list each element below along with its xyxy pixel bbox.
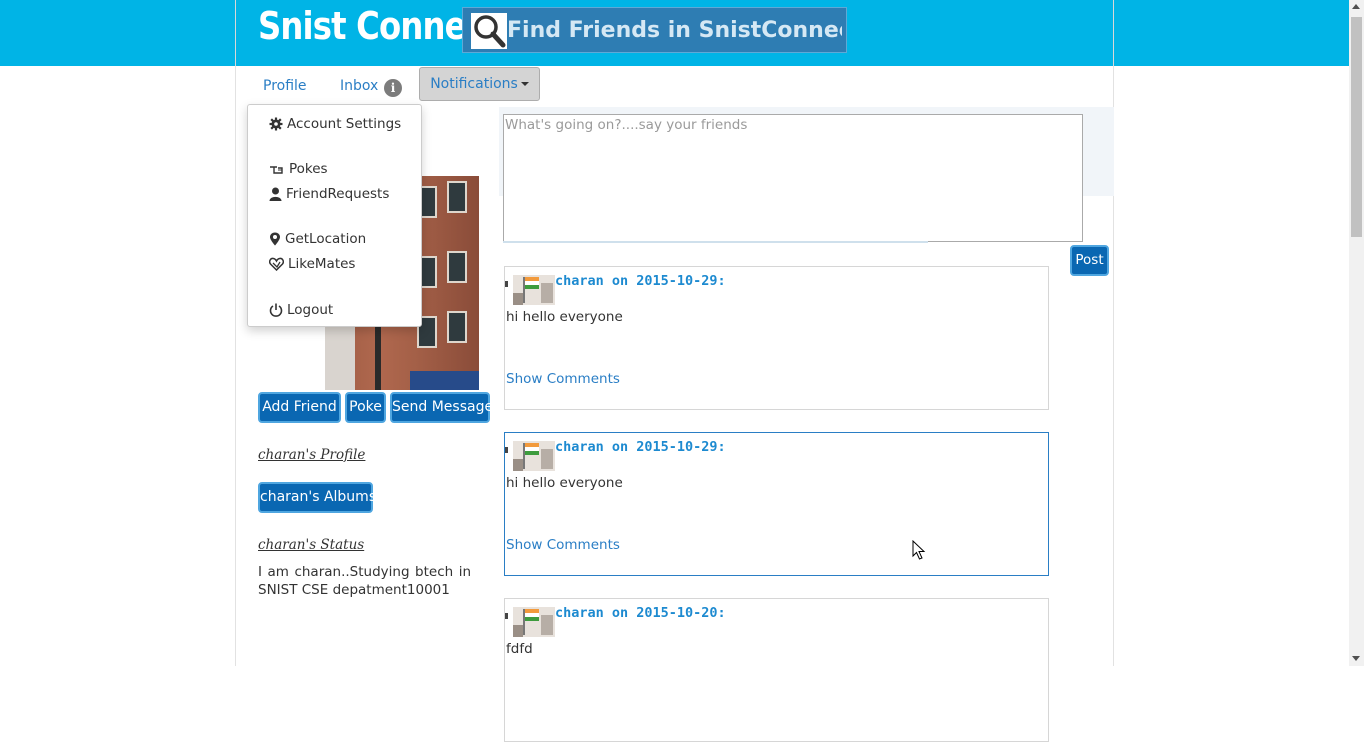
menu-item-get-location[interactable]: GetLocation: [269, 229, 366, 249]
show-comments-link[interactable]: Show Comments: [506, 537, 620, 553]
menu-item-pokes[interactable]: Pokes: [269, 159, 328, 179]
search-icon[interactable]: [471, 13, 507, 49]
menu-item-label: Account Settings: [287, 116, 402, 132]
scroll-down-arrow-icon[interactable]: [1352, 656, 1360, 661]
menu-item-friend-requests[interactable]: FriendRequests: [269, 184, 389, 204]
status-text: I am charan..Studying btech in SNIST CSE…: [258, 564, 471, 598]
post-author-date[interactable]: charan on 2015-10-20:: [555, 605, 726, 621]
show-comments-link[interactable]: Show Comments: [506, 371, 620, 387]
notifications-dropdown-button[interactable]: Notifications: [419, 67, 540, 101]
post-body: hi hello everyone: [506, 475, 623, 491]
scroll-up-arrow-icon[interactable]: [1352, 4, 1360, 9]
map-marker-icon: [270, 232, 280, 246]
inbox-info-icon[interactable]: i: [384, 79, 402, 97]
hand-pointing-icon: [270, 166, 283, 174]
post-body: fdfd: [506, 641, 533, 657]
menu-item-label: GetLocation: [285, 231, 367, 247]
gear-icon: [269, 117, 283, 131]
photo-awning: [410, 371, 479, 390]
notifications-dropdown-menu: Account Settings Pokes FriendRequests Ge…: [247, 104, 422, 327]
author-avatar[interactable]: [505, 271, 557, 305]
menu-item-label: Pokes: [289, 161, 328, 177]
poke-button[interactable]: Poke: [345, 392, 386, 423]
author-avatar[interactable]: [505, 437, 557, 471]
user-icon: [269, 187, 282, 201]
send-message-button[interactable]: Send Message: [390, 392, 493, 423]
status-composer-textarea[interactable]: [503, 114, 1083, 242]
post-card: charan on 2015-10-29: hi hello everyone …: [504, 432, 1049, 576]
status-link[interactable]: charan's Status: [258, 537, 364, 553]
menu-item-likemates[interactable]: LikeMates: [269, 254, 355, 274]
nav-inbox-link[interactable]: Inbox: [340, 78, 378, 94]
albums-button[interactable]: charan's Albums: [258, 482, 376, 513]
post-author-date[interactable]: charan on 2015-10-29:: [555, 273, 726, 289]
notifications-label: Notifications: [430, 76, 518, 92]
post-card: charan on 2015-10-20: fdfd: [504, 598, 1049, 742]
photo-window: [447, 251, 467, 283]
add-friend-button[interactable]: Add Friend: [258, 392, 341, 423]
post-card: charan on 2015-10-29: hi hello everyone …: [504, 266, 1049, 410]
menu-item-logout[interactable]: Logout: [269, 300, 333, 320]
caret-down-icon: [520, 82, 529, 86]
friend-search-box: [462, 7, 847, 53]
menu-item-account-settings[interactable]: Account Settings: [269, 114, 401, 134]
friend-search-input[interactable]: [507, 8, 842, 52]
photo-structure: [325, 326, 355, 390]
menu-item-label: LikeMates: [288, 256, 356, 272]
nav-profile-link[interactable]: Profile: [263, 78, 307, 94]
scrollbar-thumb[interactable]: [1351, 17, 1362, 237]
post-author-date[interactable]: charan on 2015-10-29:: [555, 439, 726, 455]
photo-window: [447, 311, 467, 343]
mouse-cursor-icon: [912, 540, 926, 560]
heart-hand-icon: [269, 257, 284, 271]
composer-underline: [503, 241, 928, 243]
menu-item-label: FriendRequests: [286, 186, 390, 202]
menu-item-label: Logout: [287, 302, 334, 318]
author-avatar[interactable]: [505, 603, 557, 637]
post-body: hi hello everyone: [506, 309, 623, 325]
profile-link[interactable]: charan's Profile: [258, 447, 365, 463]
photo-window: [447, 181, 467, 213]
power-icon: [269, 303, 283, 317]
post-button[interactable]: Post: [1070, 245, 1109, 276]
page-scrollbar[interactable]: [1349, 0, 1364, 666]
